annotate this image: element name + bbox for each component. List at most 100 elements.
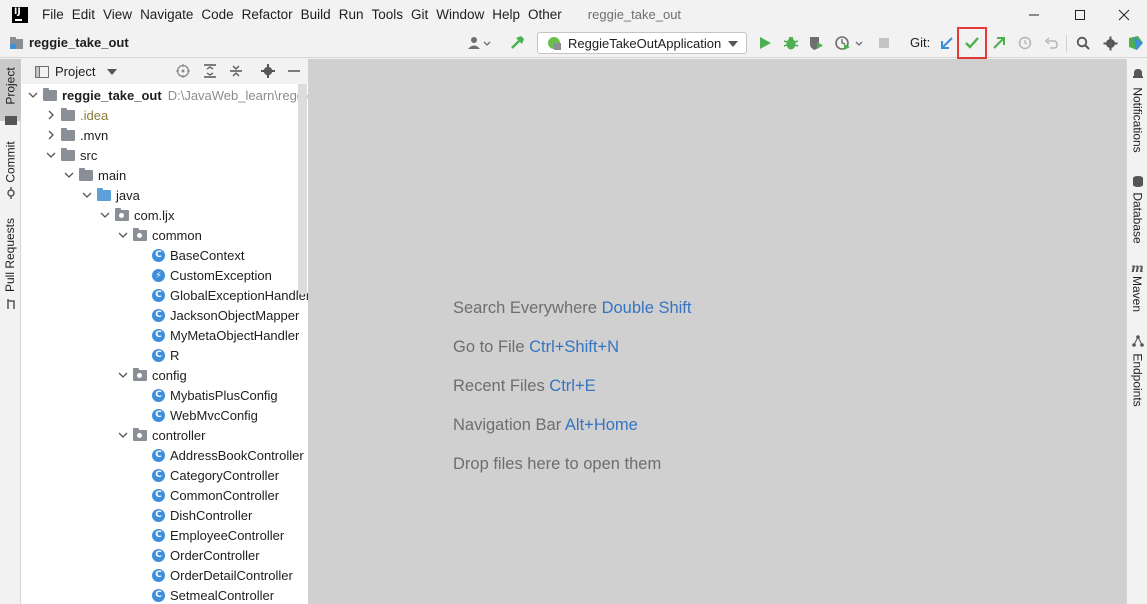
menu-window[interactable]: Window	[432, 0, 488, 29]
chevron-down-icon[interactable]	[117, 369, 129, 381]
chevron-down-icon[interactable]	[107, 68, 118, 76]
menu-view[interactable]: View	[99, 0, 136, 29]
account-dropdown-button[interactable]	[466, 34, 494, 52]
expand-all-icon[interactable]	[203, 64, 217, 78]
menu-edit[interactable]: Edit	[68, 0, 99, 29]
profile-dropdown-button[interactable]	[834, 34, 866, 52]
menu-code[interactable]: Code	[197, 0, 237, 29]
maximize-icon	[1075, 9, 1085, 20]
java-class-icon: C	[152, 588, 165, 602]
stop-button[interactable]	[875, 34, 893, 52]
project-panel-scrollbar[interactable]	[298, 84, 307, 294]
chevron-down-icon[interactable]	[63, 169, 75, 181]
tool-tab-endpoints[interactable]: Endpoints	[1127, 335, 1147, 415]
debug-button[interactable]	[782, 34, 800, 52]
tree-item-label: .idea	[80, 107, 109, 123]
maximize-button[interactable]	[1057, 0, 1103, 29]
tool-tab-maven[interactable]: m Maven	[1127, 261, 1147, 325]
hide-panel-icon[interactable]	[288, 65, 300, 77]
chevron-down-icon[interactable]	[117, 229, 129, 241]
git-push-button[interactable]	[990, 34, 1008, 52]
menu-navigate[interactable]: Navigate	[136, 0, 197, 29]
toolbox-logo-icon	[1129, 36, 1143, 50]
menu-help[interactable]: Help	[488, 0, 524, 29]
tree-item[interactable]: C BaseContext	[21, 245, 244, 265]
menu-run[interactable]: Run	[335, 0, 368, 29]
tree-item[interactable]: controller	[21, 425, 205, 445]
menu-build[interactable]: Build	[297, 0, 335, 29]
chevron-down-icon[interactable]	[27, 89, 39, 101]
git-update-button[interactable]	[938, 34, 956, 52]
tree-item[interactable]: C R	[21, 345, 179, 365]
git-rollback-button[interactable]	[1042, 34, 1060, 52]
menu-refactor[interactable]: Refactor	[238, 0, 297, 29]
tree-item[interactable]: C CommonController	[21, 485, 279, 505]
chevron-right-icon[interactable]	[45, 129, 57, 141]
gear-icon[interactable]	[261, 64, 275, 78]
tool-tab-database[interactable]: Database	[1127, 175, 1147, 255]
folder-icon	[61, 127, 75, 141]
tree-item[interactable]: src	[21, 145, 97, 165]
menu-git[interactable]: Git	[407, 0, 432, 29]
tree-item[interactable]: C OrderController	[21, 545, 260, 565]
jetbrains-toolbox-button[interactable]	[1127, 34, 1145, 52]
tree-item[interactable]: C CategoryController	[21, 465, 279, 485]
tool-tab-notifications[interactable]: Notifications	[1127, 67, 1147, 167]
tree-item[interactable]: common	[21, 225, 202, 245]
tree-item[interactable]: C GlobalExceptionHandler	[21, 285, 308, 305]
minimize-button[interactable]	[1011, 0, 1057, 29]
tree-item[interactable]: C DishController	[21, 505, 252, 525]
tree-item-label: MybatisPlusConfig	[170, 387, 278, 403]
run-with-coverage-button[interactable]	[807, 34, 825, 52]
run-button[interactable]	[756, 34, 774, 52]
package-icon	[133, 367, 147, 381]
tree-item[interactable]: C MyMetaObjectHandler	[21, 325, 299, 345]
chevron-down-icon[interactable]	[117, 429, 129, 441]
chevron-down-icon[interactable]	[81, 189, 93, 201]
java-class-icon: C	[152, 508, 165, 522]
git-history-button[interactable]	[1016, 34, 1034, 52]
java-class-icon: C	[152, 248, 165, 262]
menu-other[interactable]: Other	[524, 0, 566, 29]
tree-item[interactable]: java	[21, 185, 140, 205]
tree-root[interactable]: reggie_take_out D:\JavaWeb_learn\reggie_…	[21, 85, 308, 105]
project-tool-window: Project reggie_take_out D:\JavaWeb_learn…	[21, 59, 308, 604]
tree-item[interactable]: C SetmealController	[21, 585, 274, 604]
tree-item[interactable]: com.ljx	[21, 205, 174, 225]
tree-item[interactable]: ⚡ CustomException	[21, 265, 272, 285]
tool-tab-project[interactable]: Project	[0, 59, 21, 125]
run-configuration-select[interactable]: ReggieTakeOutApplication	[537, 32, 747, 54]
menu-tools[interactable]: Tools	[367, 0, 407, 29]
tool-tab-pull-requests[interactable]: Pull Requests	[0, 211, 21, 311]
svg-text:m: m	[1131, 261, 1144, 273]
intellij-logo-icon: IJ	[12, 6, 28, 23]
tree-item[interactable]: .idea	[21, 105, 108, 125]
tree-item[interactable]: C WebMvcConfig	[21, 405, 258, 425]
build-button[interactable]	[508, 34, 526, 52]
search-everywhere-button[interactable]	[1074, 34, 1092, 52]
tree-item[interactable]: main	[21, 165, 126, 185]
project-breadcrumb[interactable]: reggie_take_out	[9, 35, 129, 50]
chevron-right-icon[interactable]	[45, 109, 57, 121]
tree-item[interactable]: .mvn	[21, 125, 108, 145]
locate-icon[interactable]	[176, 64, 190, 78]
left-tool-strip: Project Commit Pull Requests	[0, 59, 21, 604]
tree-item[interactable]: C EmployeeController	[21, 525, 284, 545]
tree-item[interactable]: config	[21, 365, 187, 385]
menu-file[interactable]: File	[38, 0, 68, 29]
settings-button[interactable]	[1101, 34, 1119, 52]
collapse-all-icon[interactable]	[229, 64, 243, 78]
chevron-down-icon[interactable]	[99, 209, 111, 221]
tree-item[interactable]: C AddressBookController	[21, 445, 304, 465]
close-window-button[interactable]	[1101, 0, 1147, 29]
tool-tab-commit[interactable]: Commit	[0, 133, 21, 203]
arrow-up-right-icon	[993, 37, 1005, 49]
project-view-selector[interactable]: Project	[55, 64, 95, 79]
chevron-down-icon[interactable]	[45, 149, 57, 161]
tree-item-label: common	[152, 227, 202, 243]
tree-item[interactable]: C JacksonObjectMapper	[21, 305, 299, 325]
tree-item[interactable]: C MybatisPlusConfig	[21, 385, 278, 405]
hint-navigation-bar: Navigation Bar Alt+Home	[453, 416, 638, 434]
editor-empty-area[interactable]: Search Everywhere Double Shift Go to Fil…	[308, 59, 1126, 604]
tree-item[interactable]: C OrderDetailController	[21, 565, 293, 585]
